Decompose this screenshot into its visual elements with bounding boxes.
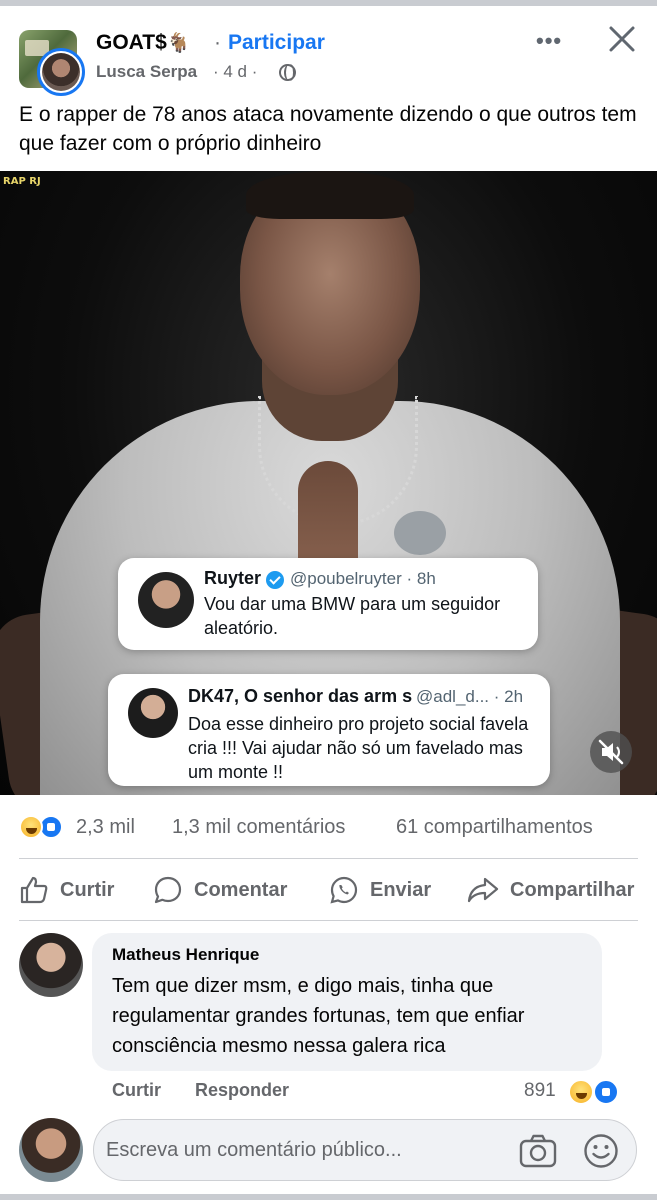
comment-bubble-icon — [154, 876, 182, 904]
post-text: E o rapper de 78 anos ataca novamente di… — [19, 103, 637, 155]
goat-emoji: 🐐 — [166, 33, 191, 54]
verified-icon — [266, 571, 284, 589]
tweet-card-2: DK47, O senhor das arm s @adl_d... · 2h … — [108, 674, 550, 786]
action-bar: Curtir Comentar Enviar Compartilhar — [0, 866, 657, 914]
photo-hair — [246, 171, 414, 219]
post-header: GOAT$🐐 · Participar Lusca Serpa · 4 d · … — [0, 22, 657, 96]
bottom-divider — [0, 1194, 657, 1200]
commenter-avatar[interactable] — [19, 933, 83, 997]
author-avatar[interactable] — [37, 48, 85, 96]
comment-bubble: Matheus Henrique Tem que dizer msm, e di… — [92, 933, 602, 1071]
haha-reaction-icon — [568, 1079, 594, 1105]
tweet-text: Doa esse dinheiro pro projeto social fav… — [188, 714, 529, 782]
comment-reply-button[interactable]: Responder — [195, 1080, 289, 1101]
post-media[interactable]: RAP RJ Ruyter @poubelruyter · 8h Vou dar… — [0, 171, 657, 795]
share-count[interactable]: 61 compartilhamentos — [396, 816, 593, 839]
emoji-smile-icon[interactable] — [582, 1132, 620, 1170]
group-name[interactable]: GOAT$🐐 — [96, 31, 190, 55]
like-reaction-icon — [593, 1079, 619, 1105]
more-horizontal-icon[interactable]: ••• — [536, 28, 570, 53]
thumbs-up-icon — [20, 876, 48, 904]
share-arrow-icon — [467, 877, 499, 903]
haha-reaction-icon — [19, 815, 43, 839]
comment-button[interactable]: Comentar — [152, 866, 287, 914]
comment-input[interactable] — [106, 1134, 506, 1166]
comment-like-button[interactable]: Curtir — [112, 1080, 161, 1101]
globe-icon — [279, 64, 296, 81]
join-group-button[interactable]: Participar — [228, 31, 325, 55]
share-button[interactable]: Compartilhar — [466, 866, 634, 914]
like-button[interactable]: Curtir — [18, 866, 114, 914]
close-icon[interactable] — [607, 24, 637, 54]
divider — [19, 920, 638, 921]
post-stats: 2,3 mil 1,3 mil comentários 61 compartil… — [0, 810, 657, 844]
tweet-avatar — [138, 572, 194, 628]
photo-bear-logo — [394, 511, 446, 555]
header-separator: · — [214, 31, 221, 54]
divider — [19, 858, 638, 859]
speaker-muted-icon[interactable] — [590, 731, 632, 773]
comment-count[interactable]: 1,3 mil comentários — [172, 816, 345, 839]
comment-text: Tem que dizer msm, e digo mais, tinha qu… — [112, 975, 525, 1057]
whatsapp-icon — [330, 876, 358, 904]
send-button[interactable]: Enviar — [328, 866, 431, 914]
tweet-avatar — [128, 688, 178, 738]
comment-reaction-count[interactable]: 891 — [524, 1080, 556, 1102]
commenter-name[interactable]: Matheus Henrique — [112, 945, 259, 965]
tweet-handle: @adl_d... · 2h — [416, 687, 524, 706]
tweet-handle: @poubelruyter · 8h — [290, 569, 436, 588]
comment-composer[interactable] — [93, 1119, 637, 1181]
top-divider — [0, 0, 657, 6]
current-user-avatar — [19, 1118, 83, 1182]
tweet-author: Ruyter — [204, 568, 262, 588]
post-timestamp[interactable]: · 4 d · — [213, 62, 257, 82]
camera-icon[interactable] — [518, 1132, 558, 1170]
tweet-author: DK47, O senhor das arm s — [188, 686, 413, 706]
tweet-card-1: Ruyter @poubelruyter · 8h Vou dar uma BM… — [118, 558, 538, 650]
author-name[interactable]: Lusca Serpa — [96, 62, 197, 82]
media-watermark: RAP RJ — [3, 176, 41, 187]
reaction-count[interactable]: 2,3 mil — [76, 816, 135, 839]
tweet-text: Vou dar uma BMW para um seguidor aleatór… — [204, 594, 501, 638]
